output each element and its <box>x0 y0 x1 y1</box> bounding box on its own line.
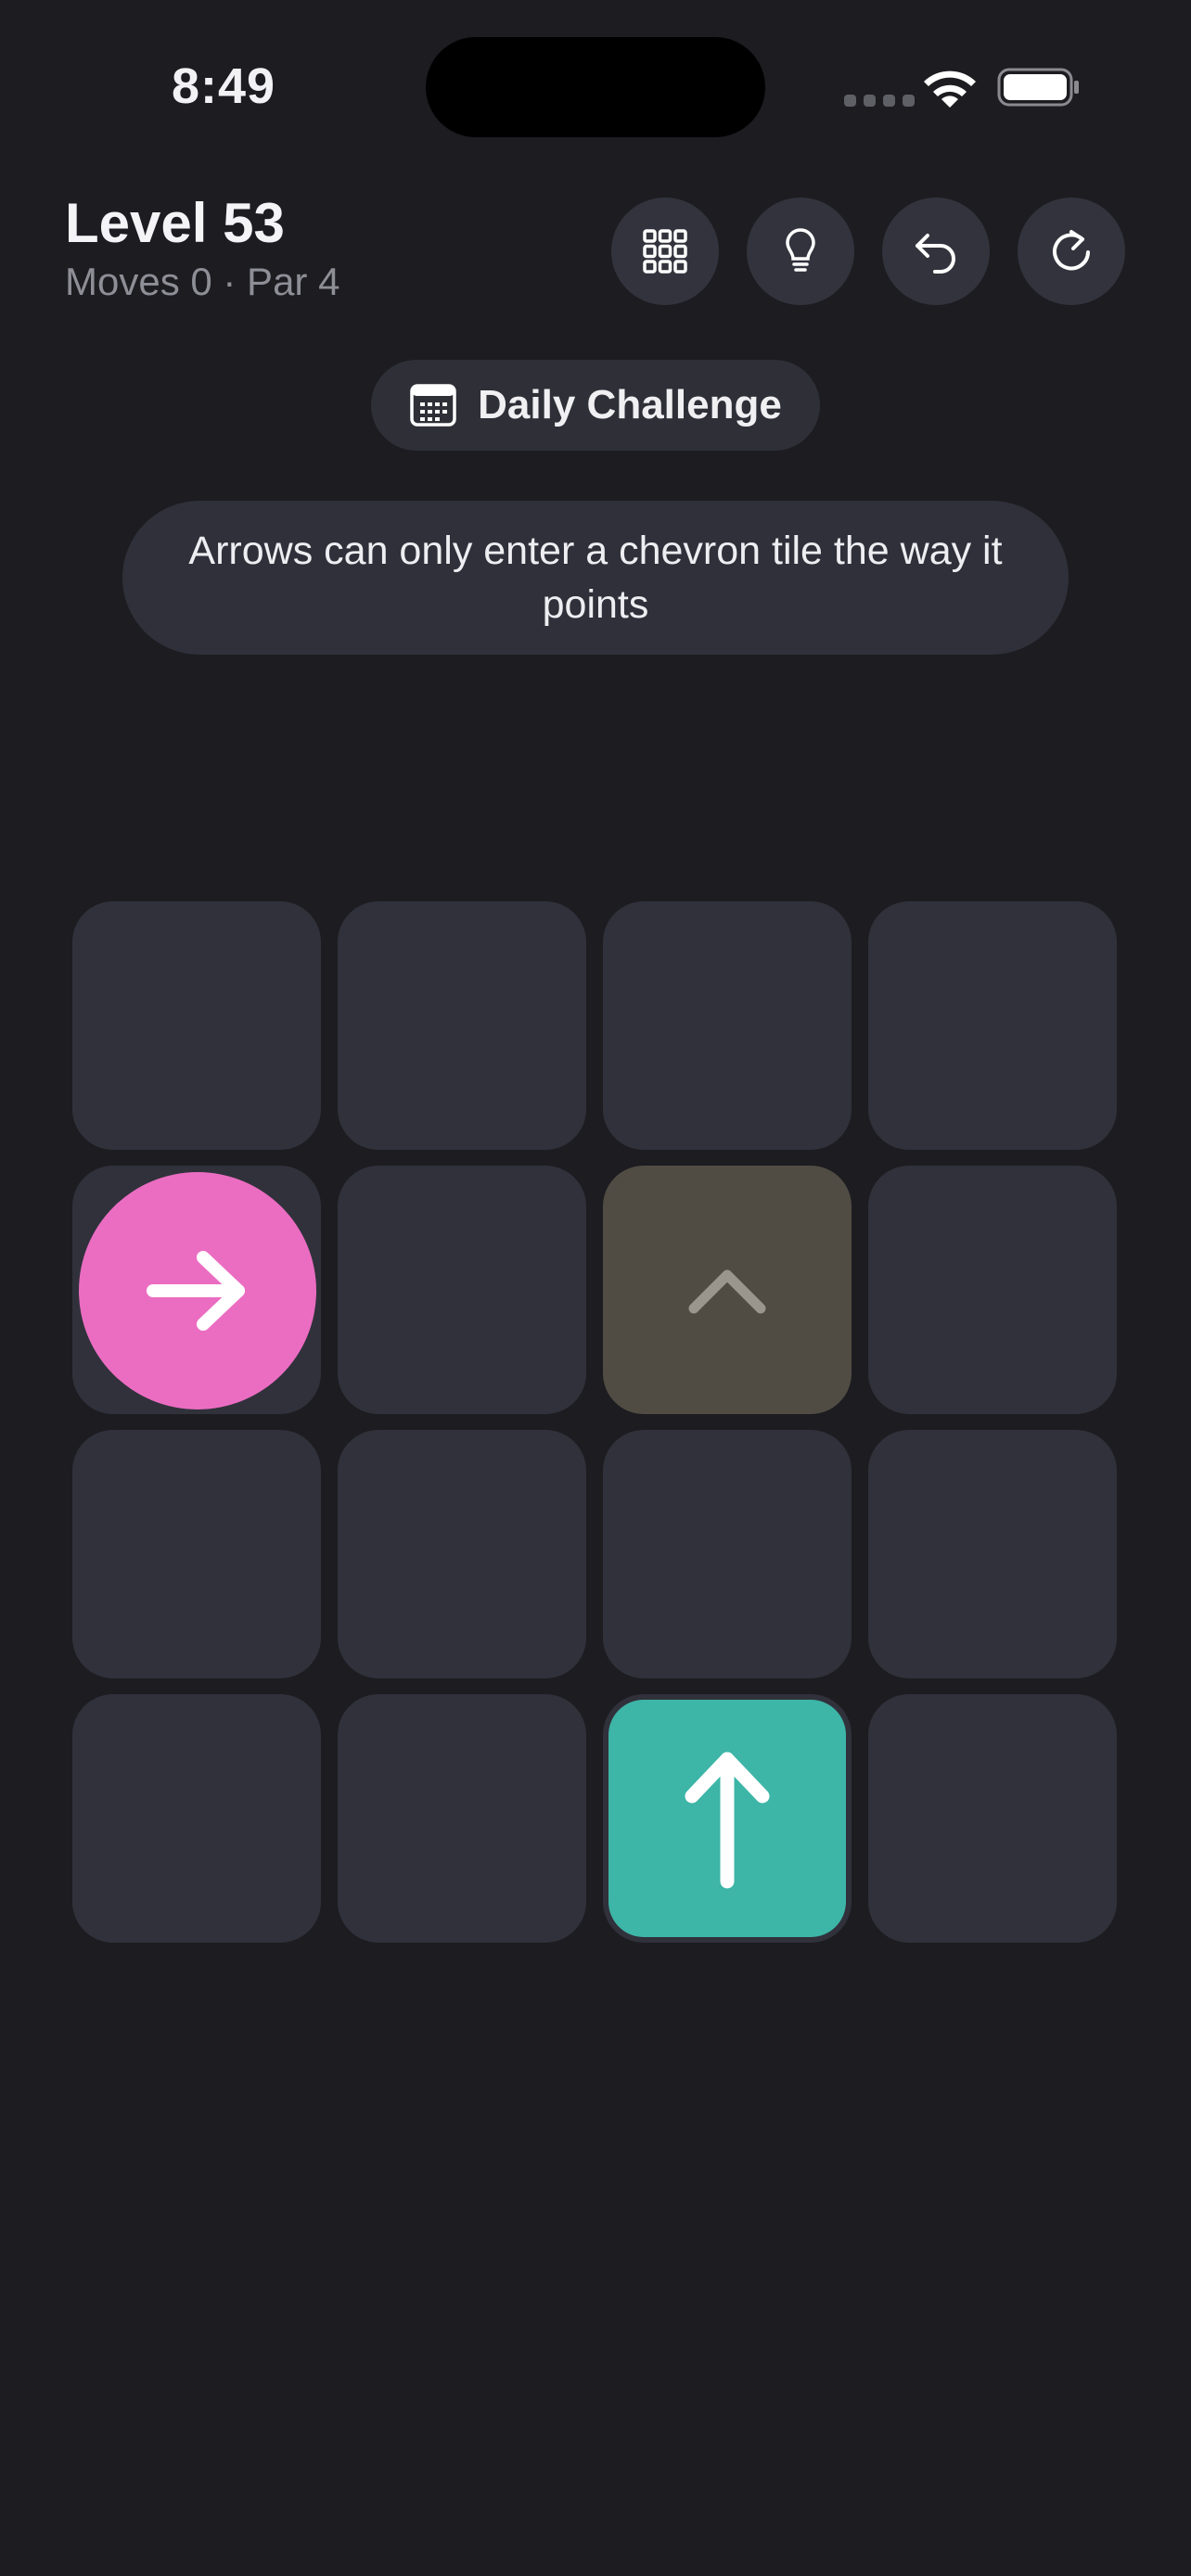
cellular-signal-icon <box>844 95 915 107</box>
level-title: Level 53 <box>65 192 285 254</box>
board-cell[interactable] <box>338 1694 586 1943</box>
board-cell[interactable] <box>338 1430 586 1678</box>
chevron-up-icon <box>688 1269 766 1314</box>
board-cell[interactable] <box>603 1430 852 1678</box>
chevron-tile[interactable] <box>603 1166 852 1414</box>
wifi-icon <box>924 70 976 108</box>
arrow-up-icon <box>685 1752 770 1889</box>
board-cell[interactable] <box>868 1430 1117 1678</box>
board-cell[interactable] <box>338 1166 586 1414</box>
board-cell[interactable] <box>72 1694 321 1943</box>
board-cell[interactable] <box>603 1694 852 1943</box>
status-time: 8:49 <box>172 58 276 114</box>
undo-icon <box>916 234 955 274</box>
grid-icon <box>643 229 687 274</box>
restart-icon <box>1053 230 1090 271</box>
hint-banner: Arrows can only enter a chevron tile the… <box>122 501 1069 655</box>
hint-button[interactable] <box>747 198 854 305</box>
board-cell[interactable] <box>868 901 1117 1150</box>
daily-challenge-chip[interactable]: Daily Challenge <box>371 360 820 451</box>
board-cell[interactable] <box>868 1694 1117 1943</box>
moves-par-label: Moves 0 · Par 4 <box>65 260 340 303</box>
status-bar: 8:49 <box>0 0 1191 176</box>
arrow-right-icon <box>147 1251 245 1331</box>
board-cell[interactable] <box>72 1166 321 1414</box>
board-cell[interactable] <box>338 901 586 1150</box>
game-board <box>72 901 1119 1943</box>
board-cell[interactable] <box>868 1166 1117 1414</box>
teal-arrow-piece[interactable] <box>608 1700 846 1937</box>
dynamic-island <box>426 37 765 137</box>
restart-button[interactable] <box>1018 198 1125 305</box>
level-select-button[interactable] <box>611 198 719 305</box>
battery-icon <box>997 68 1079 107</box>
calendar-icon <box>410 384 456 427</box>
hint-text: Arrows can only enter a chevron tile the… <box>188 529 1003 627</box>
pink-arrow-piece[interactable] <box>79 1172 316 1409</box>
board-cell[interactable] <box>603 901 852 1150</box>
board-cell[interactable] <box>72 901 321 1150</box>
lightbulb-icon <box>786 228 815 272</box>
undo-button[interactable] <box>882 198 990 305</box>
level-header: Level 53 Moves 0 · Par 4 <box>65 190 339 305</box>
daily-challenge-label: Daily Challenge <box>478 382 782 427</box>
board-cell[interactable] <box>72 1430 321 1678</box>
